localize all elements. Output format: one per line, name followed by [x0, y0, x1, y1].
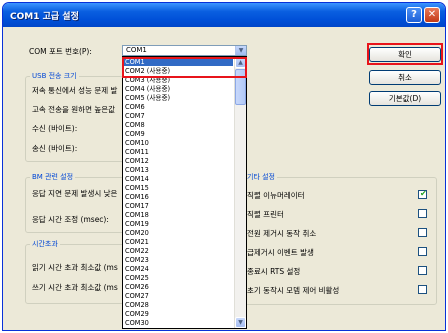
bm-group-title: BM 관련 설정	[30, 172, 76, 182]
window-title: COM1 고급 설정	[10, 12, 79, 22]
dropdown-scrollbar[interactable]: ▲ ▼	[234, 57, 246, 328]
chevron-down-icon[interactable]: ▼	[235, 46, 246, 55]
disable-modem-ctrl-checkbox[interactable]	[418, 285, 427, 294]
misc-label-serial-printer: 직렬 프린터	[247, 210, 284, 219]
latency-label: 응답 시간 조정 (msec):	[32, 215, 109, 224]
set-rts-on-close-checkbox[interactable]	[418, 266, 427, 275]
send-bytes-label: 송신 (바이트):	[32, 144, 78, 153]
cancel-on-power-off-checkbox[interactable]	[418, 228, 427, 237]
dropdown-option[interactable]: COM20	[125, 229, 149, 237]
check-mark-icon: ✔	[420, 189, 427, 198]
misc-group-title: 기타 설정	[245, 172, 277, 182]
event-on-surprise-removal-checkbox[interactable]	[418, 247, 427, 256]
receive-bytes-label: 수신 (바이트):	[32, 124, 78, 133]
timeout-group-title: 시간초과	[30, 239, 60, 249]
cancel-button[interactable]: 취소	[369, 70, 441, 85]
dropdown-option[interactable]: COM10	[125, 139, 149, 147]
dropdown-option[interactable]: COM26	[125, 283, 149, 291]
timeout-group	[25, 244, 125, 304]
dropdown-option[interactable]: COM25	[125, 274, 149, 282]
read-timeout-label: 읽기 시간 초과 최소값 (ms	[32, 263, 118, 272]
misc-label-disable-modem-ctrl: 초기 동작시 모뎀 제어 비활성	[247, 286, 340, 295]
dropdown-option[interactable]: COM6	[125, 103, 145, 111]
misc-label-set-rts-on-close: 종료시 RTS 설정	[247, 267, 301, 276]
misc-label-serial-enumerator: 직렬 이뉴머레이터	[247, 191, 305, 200]
usb-info-line1: 저속 통신에서 성능 문제 발	[32, 86, 118, 95]
scroll-down-icon[interactable]: ▼	[235, 317, 246, 328]
misc-label-event-on-surprise-removal: 급제거시 이벤트 발생	[247, 248, 314, 257]
usb-info-line2: 고속 전송을 원하면 높은값	[32, 105, 116, 114]
dropdown-option[interactable]: COM13	[125, 166, 149, 174]
dropdown-option[interactable]: COM12	[125, 157, 149, 165]
serial-enumerator-checkbox[interactable]: ✔	[418, 189, 427, 199]
dropdown-option[interactable]: COM29	[125, 310, 149, 318]
dropdown-option[interactable]: COM23	[125, 256, 149, 264]
dialog-window: COM1 고급 설정 ? ✕ COM 포트 번호(P): 확인 취소 기본값(D…	[2, 2, 446, 331]
dropdown-option[interactable]: COM14	[125, 175, 149, 183]
dropdown-option[interactable]: COM7	[125, 112, 145, 120]
dropdown-option[interactable]: COM27	[125, 292, 149, 300]
dropdown-option[interactable]: COM15	[125, 184, 149, 192]
com-port-select[interactable]: COM1 ▼	[122, 45, 247, 56]
dropdown-option[interactable]: COM30	[125, 319, 149, 327]
com-port-dropdown-list[interactable]: COM1 COM2 (사용중) COM3 (사용중) COM4 (사용중) COM5 (…	[122, 56, 247, 329]
defaults-button[interactable]: 기본값(D)	[369, 91, 441, 106]
dropdown-top-highlight	[122, 57, 247, 78]
dropdown-option[interactable]: COM19	[125, 220, 149, 228]
dropdown-option[interactable]: COM11	[125, 148, 149, 156]
dropdown-option[interactable]: COM5 (사용중)	[125, 94, 170, 102]
close-button[interactable]: ✕	[424, 7, 440, 23]
dropdown-option[interactable]: COM9	[125, 130, 145, 138]
dropdown-option[interactable]: COM4 (사용중)	[125, 85, 170, 93]
dropdown-option[interactable]: COM17	[125, 202, 149, 210]
serial-printer-checkbox[interactable]	[418, 209, 427, 218]
usb-group-title: USB 전송 크기	[30, 71, 79, 81]
help-button[interactable]: ?	[406, 7, 422, 23]
ok-button-highlight	[367, 43, 443, 65]
dropdown-option[interactable]: COM28	[125, 301, 149, 309]
dropdown-option[interactable]: COM18	[125, 211, 149, 219]
bm-info-line1: 응답 지연 문제 발생시 낮은	[32, 189, 118, 198]
dropdown-option[interactable]: COM16	[125, 193, 149, 201]
com-port-label: COM 포트 번호(P):	[29, 47, 92, 56]
write-timeout-label: 쓰기 시간 초과 최소값 (ms	[32, 283, 118, 292]
dropdown-option[interactable]: COM24	[125, 265, 149, 273]
dropdown-option[interactable]: COM22	[125, 247, 149, 255]
com-port-value: COM1	[126, 46, 147, 54]
misc-label-cancel-on-power-off: 전원 제거시 동작 취소	[247, 229, 317, 238]
dropdown-option[interactable]: COM21	[125, 238, 149, 246]
title-bar[interactable]: COM1 고급 설정 ? ✕	[3, 3, 445, 27]
dropdown-option[interactable]: COM8	[125, 121, 145, 129]
